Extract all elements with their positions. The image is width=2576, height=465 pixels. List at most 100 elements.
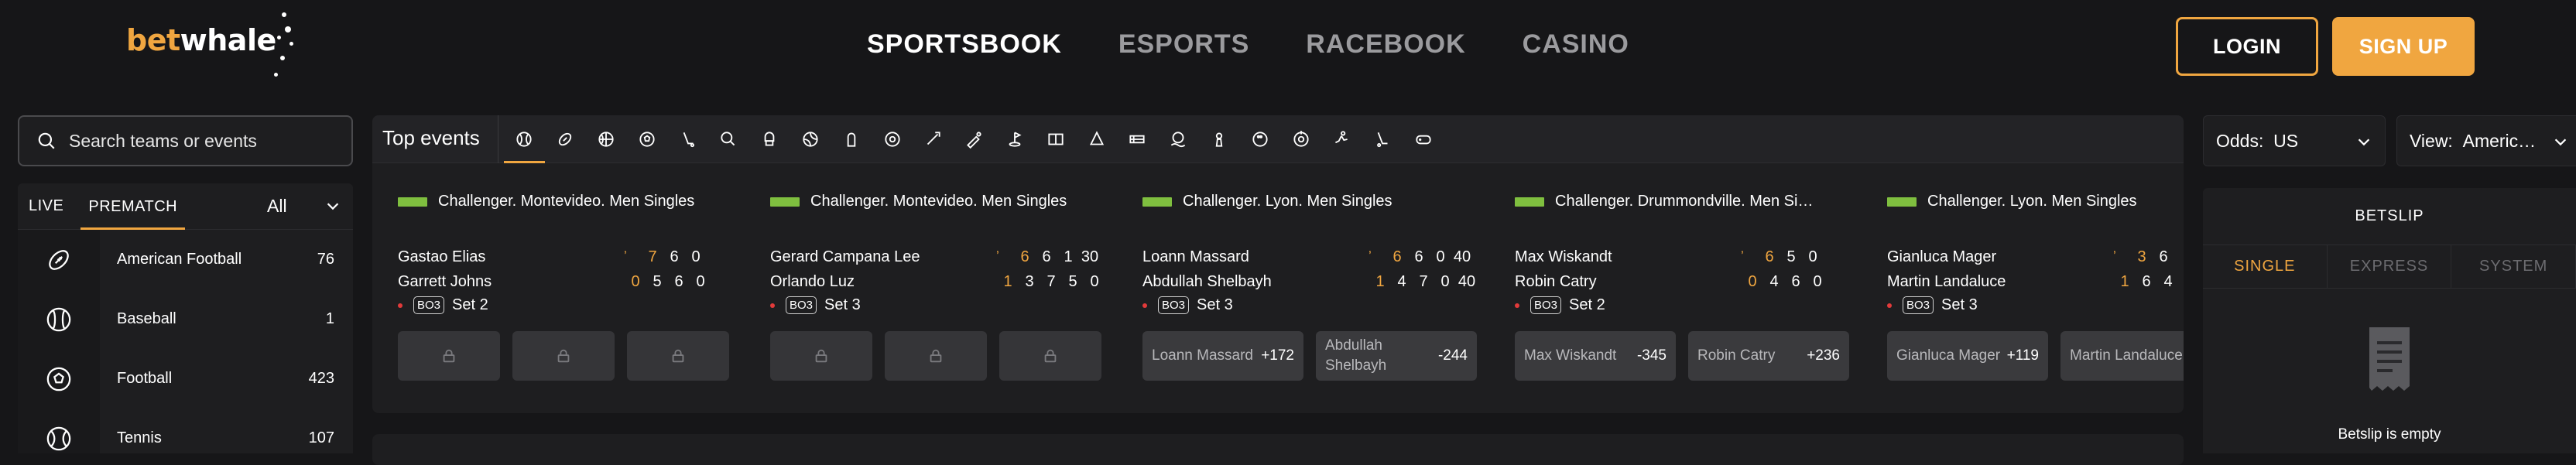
event-status: BO3 Set 3	[1142, 296, 1233, 314]
score-cell: 4	[1397, 273, 1406, 290]
sport-count: 76	[317, 251, 334, 268]
sport-tab-handball[interactable]	[831, 115, 872, 163]
sidebar-item-baseball[interactable]: Baseball 1	[18, 289, 353, 349]
search-box[interactable]	[18, 115, 353, 166]
locked-odd-button[interactable]	[770, 331, 872, 381]
athletics-icon	[1335, 131, 1348, 144]
locked-odd-button[interactable]	[512, 331, 615, 381]
serve-indicator-icon: ’	[996, 248, 999, 263]
event-players: Loann Massard’ 6 6 0 40 Abdullah Shelbayh 1 4 7 0…	[1142, 248, 1489, 298]
hockey-icon	[683, 132, 694, 148]
event-card[interactable]: Challenger. Lyon. Men Singles Loann Massa…	[1117, 163, 1489, 413]
set-status: Set 3	[824, 296, 861, 313]
event-card[interactable]: Challenger. Drummondville. Men Si… Max Wi…	[1489, 163, 1862, 413]
odd-button[interactable]: Martin Landaluce	[2060, 331, 2184, 381]
tab-express[interactable]: EXPRESS	[2328, 245, 2452, 288]
sport-tab-esports[interactable]	[1403, 115, 1444, 163]
sport-tab-snooker[interactable]	[1117, 115, 1158, 163]
view-select[interactable]: View: Americ…	[2396, 115, 2576, 166]
event-card[interactable]: Challenger. Montevideo. Men Singles Gasta…	[372, 163, 745, 413]
tournament-name: Challenger. Lyon. Men Singles	[1927, 193, 2137, 210]
odds-format-select[interactable]: Odds: US	[2203, 115, 2386, 166]
score-cell: 6	[1042, 248, 1051, 265]
player-name: Gianluca Mager	[1887, 248, 1997, 265]
tournament-name: Challenger. Montevideo. Men Singles	[810, 193, 1067, 210]
sport-tab-american-football[interactable]	[545, 115, 586, 163]
betslip-panel: BETSLIP SINGLE EXPRESS SYSTEM Betslip is…	[2203, 188, 2576, 453]
flag-icon	[398, 197, 427, 207]
odd-button[interactable]: Robin Catry +236	[1688, 331, 1849, 381]
odd-button[interactable]: Gianluca Mager +119	[1887, 331, 2048, 381]
chevron-down-icon[interactable]	[324, 197, 341, 214]
sport-count: 107	[308, 429, 334, 446]
tab-single[interactable]: SINGLE	[2203, 245, 2328, 288]
event-players: Max Wiskandt’ 6 5 0 Robin Catry 0 4 6 0	[1515, 248, 1862, 298]
sport-tab-soccer[interactable]	[626, 115, 667, 163]
sport-tab-darts[interactable]	[913, 115, 954, 163]
lock-icon	[672, 349, 684, 363]
tennis-icon	[46, 426, 71, 450]
locked-odd-button[interactable]	[398, 331, 500, 381]
score-cell: 0	[1748, 273, 1757, 290]
sport-tab-futsal[interactable]	[1035, 115, 1076, 163]
score-cell: 7	[648, 248, 657, 265]
sport-tab-floorball[interactable]	[1362, 115, 1403, 163]
sidebar-item-football[interactable]: Football 423	[18, 349, 353, 409]
score-cell: 0	[1440, 273, 1450, 290]
player-name: Max Wiskandt	[1515, 248, 1612, 265]
sport-tab-bowling[interactable]	[1239, 115, 1280, 163]
event-header: Challenger. Montevideo. Men Singles	[770, 193, 1118, 210]
odd-outcome: Martin Landaluce	[2070, 347, 2183, 364]
odds-row	[398, 331, 729, 381]
sport-tab-basketball[interactable]	[586, 115, 627, 163]
odd-button[interactable]: Max Wiskandt -345	[1515, 331, 1676, 381]
odd-button[interactable]: Abdullah Shelbayh -244	[1316, 331, 1477, 381]
tab-system[interactable]: SYSTEM	[2451, 245, 2576, 288]
sport-tab-hockey[interactable]	[667, 115, 708, 163]
nav-casino[interactable]: CASINO	[1523, 29, 1629, 60]
locked-odd-button[interactable]	[885, 331, 987, 381]
live-indicator	[770, 303, 775, 308]
logo-text-bet: bet	[126, 23, 180, 57]
sport-tab-badminton[interactable]	[1076, 115, 1117, 163]
betslip-empty-text: Betslip is empty	[2338, 426, 2441, 443]
sport-tab-tennis[interactable]	[504, 115, 545, 163]
set-status: Set 3	[1197, 296, 1233, 313]
sport-tab-golf[interactable]	[995, 115, 1036, 163]
sport-filter-select[interactable]: All	[267, 196, 287, 217]
betslip-tabs: SINGLE EXPRESS SYSTEM	[2203, 245, 2576, 289]
score-cell: 5	[1786, 248, 1796, 265]
nav-racebook[interactable]: RACEBOOK	[1306, 29, 1465, 60]
sport-tab-water-polo[interactable]	[1158, 115, 1199, 163]
event-players: Gianluca Mager’ 3 6 Martin Landaluce 1 6 4	[1887, 248, 2184, 298]
tab-live[interactable]: LIVE	[29, 197, 63, 215]
search-input[interactable]	[69, 130, 348, 152]
locked-odd-button[interactable]	[627, 331, 729, 381]
cricket-icon	[967, 132, 981, 149]
nav-esports[interactable]: ESPORTS	[1118, 29, 1249, 60]
sport-tab-chess[interactable]	[1199, 115, 1240, 163]
sport-tab-cricket[interactable]	[954, 115, 995, 163]
event-card[interactable]: Challenger. Lyon. Men Singles Gianluca Ma…	[1862, 163, 2184, 413]
sport-tab-volleyball[interactable]	[790, 115, 831, 163]
set-status: Set 2	[1569, 296, 1605, 313]
sports-menu: LIVE PREMATCH All American Football 76 B…	[18, 183, 353, 453]
betwhale-logo[interactable]: betwhale	[126, 23, 276, 57]
event-card[interactable]: Challenger. Montevideo. Men Singles Gerar…	[745, 163, 1117, 413]
locked-odd-button[interactable]	[999, 331, 1101, 381]
handball-icon	[847, 132, 856, 147]
login-button[interactable]: LOGIN	[2176, 17, 2318, 76]
sport-tab-shooting[interactable]	[1280, 115, 1321, 163]
odd-button[interactable]: Loann Massard +172	[1142, 331, 1303, 381]
tab-prematch[interactable]: PREMATCH	[80, 183, 185, 230]
lock-icon	[443, 349, 455, 363]
sport-tab-athletics[interactable]	[1321, 115, 1362, 163]
signup-button[interactable]: SIGN UP	[2332, 17, 2475, 76]
sport-tab-boxing[interactable]	[749, 115, 790, 163]
set-status: Set 2	[452, 296, 488, 313]
sidebar-item-tennis[interactable]: Tennis 107	[18, 409, 353, 453]
nav-sportsbook[interactable]: SPORTSBOOK	[867, 29, 1062, 60]
sport-tab-table-tennis[interactable]	[708, 115, 749, 163]
sport-tab-rugby[interactable]	[872, 115, 913, 163]
sidebar-item-american-football[interactable]: American Football 76	[18, 230, 353, 289]
